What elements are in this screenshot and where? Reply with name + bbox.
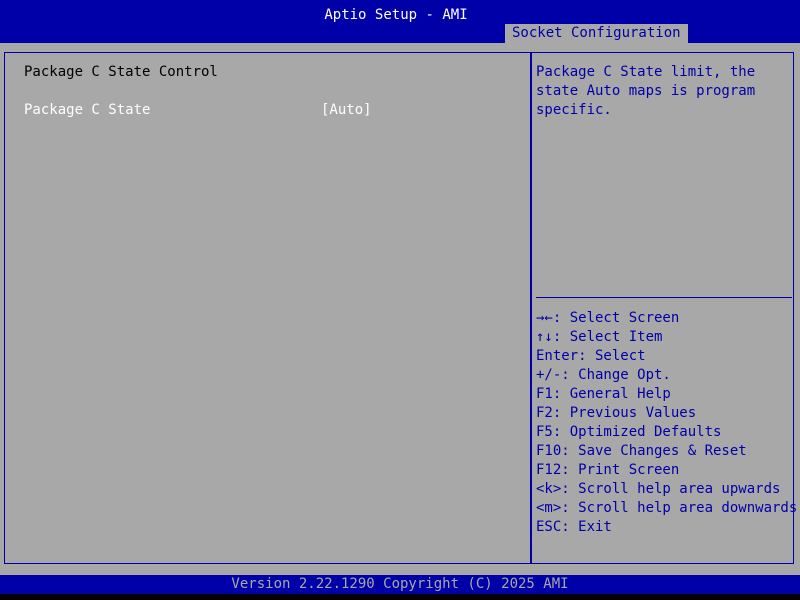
tab-socket-configuration[interactable]: Socket Configuration xyxy=(505,24,688,43)
key-help-item: ESC: Exit xyxy=(536,519,612,535)
key-help-item: <k>: Scroll help area upwards xyxy=(536,481,781,497)
key-help-item: Enter: Select xyxy=(536,348,646,364)
app-title: Aptio Setup - AMI xyxy=(324,7,468,23)
key-help-item: F1: General Help xyxy=(536,386,671,402)
key-help-item: <m>: Scroll help area downwards xyxy=(536,500,798,516)
key-help-item: ↑↓: Select Item xyxy=(536,329,663,345)
help-divider xyxy=(536,297,792,298)
main-panel: Package C State Control Package C State … xyxy=(0,43,800,575)
footer-bar: Version 2.22.1290 Copyright (C) 2025 AMI xyxy=(0,575,800,594)
setting-row-package-c-state[interactable]: Package C State [Auto] xyxy=(0,101,530,120)
setting-value[interactable]: [Auto] xyxy=(321,101,372,120)
title-bar: Aptio Setup - AMI Socket Configuration xyxy=(0,0,800,43)
setting-label: Package C State xyxy=(24,102,151,118)
key-help-item: F5: Optimized Defaults xyxy=(536,424,722,440)
key-help-item: F12: Print Screen xyxy=(536,462,680,478)
key-help-list: →←: Select Screen ↑↓: Select Item Enter:… xyxy=(536,309,797,537)
key-help-item: +/-: Change Opt. xyxy=(536,367,671,383)
section-heading: Package C State Control xyxy=(24,64,218,80)
version-text: Version 2.22.1290 Copyright (C) 2025 AMI xyxy=(231,576,569,592)
panel-divider xyxy=(530,52,532,564)
key-help-item: →←: Select Screen xyxy=(536,310,680,326)
key-help-item: F2: Previous Values xyxy=(536,405,697,421)
key-help-item: F10: Save Changes & Reset xyxy=(536,443,747,459)
help-text: Package C State limit, the state Auto ma… xyxy=(536,64,756,118)
